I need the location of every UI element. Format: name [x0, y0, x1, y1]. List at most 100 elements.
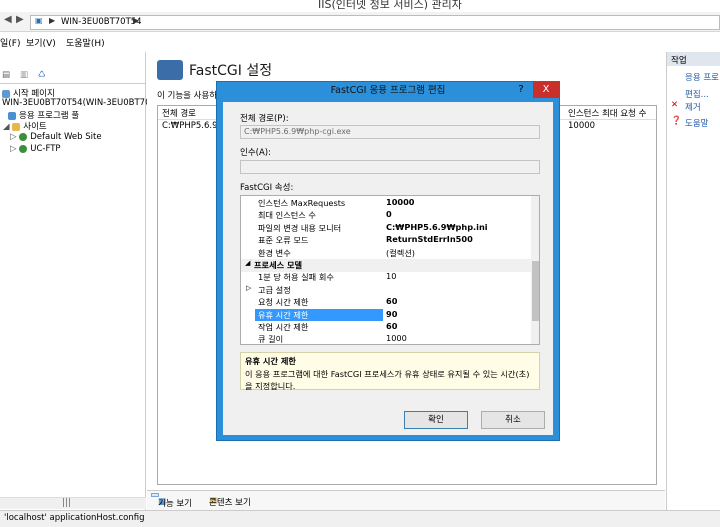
collapse-arrow-icon[interactable]: ◢	[3, 122, 12, 132]
page-title: FastCGI 설정	[189, 63, 273, 79]
action-edit[interactable]: 편집...	[685, 88, 709, 100]
property-name: 인스턴스 MaxRequests	[258, 198, 346, 208]
property-name: 큐 길이	[258, 334, 284, 345]
ok-button[interactable]: 확인	[404, 411, 468, 429]
connections-hscrollbar[interactable]: |||	[0, 497, 146, 509]
property-category[interactable]: ◢ 프로세스 모델	[241, 259, 531, 272]
tree-label: Default Web Site	[30, 132, 102, 142]
menu-file[interactable]: 일(F)	[0, 36, 20, 49]
property-name: 표준 오류 모드	[258, 235, 309, 246]
connections-toolbar: ▤ ▥ ♺	[0, 68, 146, 84]
cancel-button[interactable]: 취소	[481, 411, 545, 429]
column-header-path[interactable]: 전체 경로	[162, 107, 196, 119]
dialog-close-button[interactable]: X	[533, 82, 559, 98]
globe-icon	[19, 132, 28, 141]
address-separator-end: ▶	[133, 16, 140, 25]
actions-pane: 작업 응용 프로 편집... ✕ 제거 ❓ 도움말	[666, 52, 720, 510]
action-app-settings[interactable]: 응용 프로	[685, 71, 719, 83]
property-value[interactable]: 60	[386, 321, 397, 331]
view-tabs: ▦ 기능 보기 ▤ 콘텐츠 보기	[147, 490, 665, 510]
address-box[interactable]: ▣ ▶ WIN-3EU0BT70T54 ▶	[30, 15, 720, 30]
property-value[interactable]: 10	[386, 271, 396, 281]
help-icon: ❓	[671, 116, 682, 126]
actions-header: 작업	[667, 52, 720, 66]
expand-arrow-icon[interactable]: ▷	[10, 132, 19, 142]
property-value[interactable]: 90	[386, 309, 397, 319]
property-row[interactable]: 1분 당 허용 실패 회수 10	[241, 271, 531, 284]
property-grid-scrollbar[interactable]	[531, 196, 539, 344]
tree-item-server[interactable]: WIN-3EU0BT70T54(WIN-3EU0BT70T54	[2, 98, 167, 108]
property-name: 파일의 변경 내용 모니터	[258, 222, 342, 233]
forward-arrow-icon[interactable]: ▶	[16, 14, 24, 25]
property-row[interactable]: 작업 시간 제한 60	[241, 321, 531, 334]
property-value[interactable]: 10000	[386, 197, 414, 207]
full-path-field[interactable]: C:₩PHP5.6.9₩php-cgi.exe	[240, 125, 540, 139]
property-row[interactable]: 최대 인스턴스 수 0	[241, 209, 531, 222]
globe-icon	[19, 144, 28, 153]
full-path-label: 전체 경로(P):	[240, 114, 289, 124]
remove-icon: ✕	[671, 100, 679, 110]
property-name: 환경 변수	[258, 247, 291, 258]
start-page-icon	[2, 89, 10, 98]
property-row[interactable]: 요청 시간 제한 60	[241, 296, 531, 309]
tab-label: 콘텐츠 보기	[209, 498, 251, 508]
back-arrow-icon[interactable]: ◀	[4, 14, 12, 25]
expand-arrow-icon[interactable]: ▷	[246, 284, 251, 292]
scroll-grip-icon: |||	[62, 498, 72, 508]
description-title: 유휴 시간 제한	[245, 356, 296, 366]
expand-arrow-icon[interactable]: ▷	[10, 144, 19, 154]
tree-item-site[interactable]: ▷ UC-FTP	[10, 144, 61, 154]
property-row[interactable]: 파일의 변경 내용 모니터 C:₩PHP5.6.9₩php.ini	[241, 222, 531, 235]
dialog-body: 전체 경로(P): C:₩PHP5.6.9₩php-cgi.exe 인수(A):…	[223, 102, 553, 435]
column-header-max[interactable]: 인스턴스 최대 요청 수	[568, 107, 647, 119]
property-name: 요청 시간 제한	[258, 297, 309, 308]
collapse-arrow-icon[interactable]: ◢	[245, 259, 250, 267]
tab-content-view[interactable]: ▤ 콘텐츠 보기	[203, 493, 251, 508]
action-remove[interactable]: 제거	[685, 101, 701, 113]
property-name: 1분 당 허용 실패 회수	[258, 272, 334, 283]
property-row[interactable]: 환경 변수 (컬렉션)	[241, 247, 531, 260]
connect-icon[interactable]: ▥	[20, 70, 28, 80]
property-value[interactable]: 1000	[386, 333, 407, 343]
window-titlebar: IIS(인터넷 정보 서비스) 관리자	[0, 0, 720, 12]
menu-help[interactable]: 도움말(H)	[66, 36, 105, 49]
property-value[interactable]: 0	[386, 209, 392, 219]
property-row[interactable]: ▷ 고급 설정	[241, 284, 531, 297]
status-bar: 'localhost' applicationHost.config	[0, 510, 720, 527]
tree-label: 사이트	[23, 122, 47, 132]
property-value[interactable]: C:₩PHP5.6.9₩php.ini	[386, 222, 488, 232]
connections-pane: ▤ ▥ ♺ 시작 페이지 WIN-3EU0BT70T54(WIN-3EU0BT7…	[0, 52, 167, 510]
scrollbar-thumb[interactable]	[532, 261, 539, 321]
property-value[interactable]: 60	[386, 296, 397, 306]
grid-cell-max[interactable]: 10000	[568, 121, 595, 131]
property-name: 고급 설정	[258, 284, 291, 295]
property-value[interactable]: (컬렉션)	[386, 247, 415, 259]
property-name: 유휴 시간 제한	[255, 308, 383, 321]
refresh-icon[interactable]: ♺	[38, 70, 46, 80]
fastcgi-icon	[157, 60, 183, 80]
property-row[interactable]: 표준 오류 모드 ReturnStdErrIn500	[241, 234, 531, 247]
property-row[interactable]: 유휴 시간 제한 90	[241, 308, 531, 322]
save-icon[interactable]: ▤	[2, 70, 10, 80]
tree-item-sites[interactable]: ◢ 사이트	[3, 120, 47, 132]
address-path: WIN-3EU0BT70T54	[61, 17, 142, 27]
tab-features-view[interactable]: ▦ 기능 보기	[151, 493, 192, 509]
address-separator: ▶	[49, 16, 56, 25]
app-pool-icon	[8, 111, 16, 120]
tab-label: 기능 보기	[158, 499, 192, 509]
dialog-help-button[interactable]: ?	[509, 82, 533, 98]
folder-icon	[12, 122, 21, 131]
property-grid: 인스턴스 MaxRequests 10000 최대 인스턴스 수 0 파일의 변경 내용…	[240, 195, 540, 345]
property-name: 최대 인스턴스 수	[258, 210, 316, 221]
page-intro: 이 기능을 사용하	[157, 91, 218, 101]
property-value[interactable]: ReturnStdErrIn500	[386, 234, 473, 244]
property-row[interactable]: 인스턴스 MaxRequests 10000	[241, 197, 531, 210]
server-icon: ▣	[35, 16, 43, 25]
tree-item-site[interactable]: ▷ Default Web Site	[10, 132, 102, 142]
property-row[interactable]: 큐 길이 1000	[241, 333, 531, 345]
action-help[interactable]: 도움말	[685, 117, 708, 129]
arguments-field[interactable]	[240, 160, 540, 174]
edit-fastcgi-dialog: FastCGI 응용 프로그램 편집 ? X 전체 경로(P): C:₩PHP5…	[216, 81, 560, 441]
property-description: 유휴 시간 제한 이 응용 프로그램에 대한 FastCGI 프로세스가 유휴 …	[240, 352, 540, 391]
menu-view[interactable]: 보기(V)	[26, 36, 56, 49]
